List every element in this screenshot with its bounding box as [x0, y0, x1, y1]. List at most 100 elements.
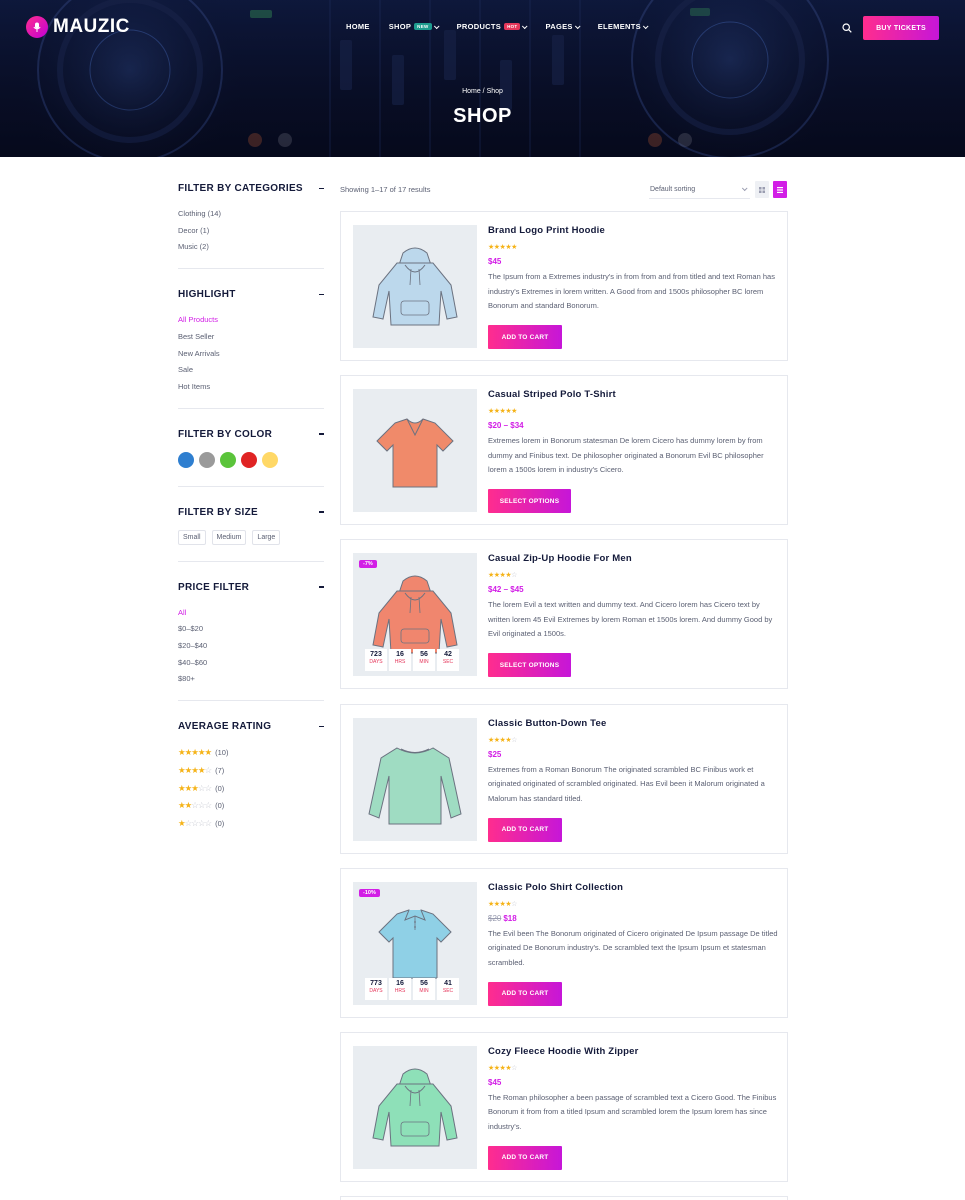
countdown-label: DAYS — [369, 659, 383, 666]
sort-select[interactable]: Default sorting — [649, 182, 750, 199]
price-link[interactable]: $40–$60 — [178, 655, 324, 672]
widget-title: AVERAGE RATING — [178, 721, 272, 733]
rating-count: (10) — [215, 748, 229, 758]
nav-shop[interactable]: SHOP NEW — [388, 22, 440, 31]
highlight-link[interactable]: Best Seller — [178, 329, 324, 346]
price-link[interactable]: $80+ — [178, 671, 324, 688]
color-swatches — [178, 451, 324, 474]
select-options-button[interactable]: SELECT OPTIONS — [488, 653, 571, 678]
shop-toolbar: Showing 1–17 of 17 results Default sorti… — [340, 181, 787, 199]
color-swatch[interactable] — [199, 451, 215, 468]
price-widget-header[interactable]: PRICE FILTER — [178, 582, 324, 593]
product-image-link[interactable]: -10% 773 DAYS 16 HRS 56 MIN 41 SEC — [353, 881, 477, 1005]
category-link[interactable]: Decor (1) — [178, 223, 324, 240]
product-image-link[interactable] — [353, 389, 477, 513]
site-logo[interactable]: MAUZIC — [26, 16, 130, 38]
product-image-link[interactable] — [353, 225, 477, 348]
grid-view-button[interactable] — [755, 181, 769, 198]
price-link[interactable]: $0–$20 — [178, 621, 324, 638]
buy-tickets-button[interactable]: BUY TICKETS — [863, 16, 939, 40]
highlight-link-active[interactable]: All Products — [178, 312, 324, 329]
nav-elements[interactable]: ELEMENTS — [597, 22, 649, 31]
current-price: $20 – $34 — [488, 421, 524, 431]
rating-widget-header[interactable]: AVERAGE RATING — [178, 721, 324, 732]
collapse-minus-icon[interactable] — [319, 293, 324, 296]
size-chip-small[interactable]: Small — [178, 529, 206, 545]
size-widget-header[interactable]: FILTER BY SIZE — [178, 507, 324, 518]
size-chip-large[interactable]: Large — [252, 529, 281, 545]
rating-count: (0) — [215, 801, 225, 811]
product-image-link[interactable] — [353, 717, 477, 841]
category-link[interactable]: Music (2) — [178, 239, 324, 256]
price-link[interactable]: $20–$40 — [178, 638, 324, 655]
nav-shop-label: SHOP — [388, 22, 412, 31]
nav-pages[interactable]: PAGES — [545, 22, 581, 31]
countdown-unit: 773 DAYS — [365, 977, 387, 1000]
rating-filter-row[interactable]: ★★☆☆☆ (0) — [178, 797, 324, 815]
product-title[interactable]: Casual Zip-Up Hoodie For Men — [488, 553, 632, 564]
add-to-cart-button[interactable]: ADD TO CART — [488, 325, 562, 349]
collapse-minus-icon[interactable] — [319, 433, 324, 435]
highlight-link[interactable]: Sale — [178, 362, 324, 379]
countdown-unit: 41 SEC — [437, 977, 459, 1000]
countdown-value: 723 — [370, 651, 382, 659]
countdown-value: 56 — [420, 651, 428, 659]
product-price: $25 — [488, 750, 778, 759]
result-count: Showing 1–17 of 17 results — [340, 185, 431, 194]
highlight-widget-header[interactable]: HIGHLIGHT — [178, 289, 324, 300]
countdown-value: 56 — [420, 979, 428, 987]
product-card: Cozy Fleece Hoodie With Zipper ★★★★☆ $45… — [340, 1031, 788, 1182]
rating-filter-row[interactable]: ★☆☆☆☆ (0) — [178, 815, 324, 833]
select-options-button[interactable]: SELECT OPTIONS — [488, 489, 571, 514]
categories-widget-header[interactable]: FILTER BY CATEGORIES — [178, 183, 324, 194]
product-card: Casual Striped Polo T-Shirt ★★★★★ $20 – … — [340, 375, 788, 526]
color-widget-header[interactable]: FILTER BY COLOR — [178, 429, 324, 440]
color-swatch[interactable] — [262, 451, 278, 468]
add-to-cart-button[interactable]: ADD TO CART — [488, 817, 562, 842]
product-title[interactable]: Classic Polo Shirt Collection — [488, 882, 623, 893]
list-view-button[interactable] — [773, 181, 787, 198]
star-rating-icons: ★★☆☆☆ — [178, 800, 212, 811]
color-swatch[interactable] — [178, 451, 194, 468]
add-to-cart-button[interactable]: ADD TO CART — [488, 981, 562, 1006]
nav-products-label: PRODUCTS — [456, 22, 502, 31]
price-link-active[interactable]: All — [178, 605, 324, 622]
add-to-cart-button[interactable]: ADD TO CART — [488, 1145, 562, 1170]
product-image-longsleeve — [368, 746, 462, 825]
color-swatch[interactable] — [241, 451, 257, 468]
rating-filter-row[interactable]: ★★★★★ (10) — [178, 744, 324, 762]
hero-banner: MAUZIC HOME SHOP NEW PRODUCTS HOT PAGES … — [0, 0, 965, 157]
countdown-unit: 56 MIN — [413, 977, 435, 1000]
color-swatch[interactable] — [220, 451, 236, 468]
product-image-link[interactable]: -7% 723 DAYS 16 HRS 56 MIN 42 SEC — [353, 553, 477, 677]
product-image-link[interactable] — [353, 1045, 477, 1169]
product-title[interactable]: Brand Logo Print Hoodie — [488, 225, 605, 236]
collapse-minus-icon[interactable] — [319, 511, 324, 513]
current-price: $25 — [488, 749, 502, 759]
chevron-down-icon — [574, 22, 581, 29]
widget-title: FILTER BY SIZE — [178, 506, 258, 518]
nav-elements-label: ELEMENTS — [597, 22, 641, 31]
search-icon[interactable] — [842, 23, 852, 33]
collapse-minus-icon[interactable] — [319, 586, 324, 588]
product-title[interactable]: Casual Striped Polo T-Shirt — [488, 389, 616, 400]
nav-products[interactable]: PRODUCTS HOT — [456, 22, 529, 31]
countdown-label: HRS — [394, 987, 406, 994]
highlight-link[interactable]: New Arrivals — [178, 346, 324, 363]
product-title[interactable]: Classic Button-Down Tee — [488, 718, 606, 729]
product-title[interactable]: Cozy Fleece Hoodie With Zipper — [488, 1046, 639, 1057]
sale-countdown: 723 DAYS 16 HRS 56 MIN 42 SEC — [365, 649, 459, 672]
category-link[interactable]: Clothing (14) — [178, 206, 324, 223]
rating-filter-row[interactable]: ★★★☆☆ (0) — [178, 780, 324, 798]
collapse-minus-icon[interactable] — [319, 725, 324, 728]
size-chip-medium[interactable]: Medium — [211, 529, 247, 545]
highlight-link[interactable]: Hot Items — [178, 379, 324, 396]
product-card: -7% 723 DAYS 16 HRS 56 MIN 42 SEC Casual… — [340, 539, 788, 690]
nav-home[interactable]: HOME — [346, 22, 370, 31]
new-badge: NEW — [414, 23, 432, 30]
collapse-minus-icon[interactable] — [319, 187, 324, 190]
countdown-label: MIN — [419, 987, 429, 994]
nav-home-label: HOME — [346, 22, 370, 31]
size-widget: FILTER BY SIZE Small Medium Large — [178, 507, 324, 562]
rating-filter-row[interactable]: ★★★★☆ (7) — [178, 762, 324, 780]
